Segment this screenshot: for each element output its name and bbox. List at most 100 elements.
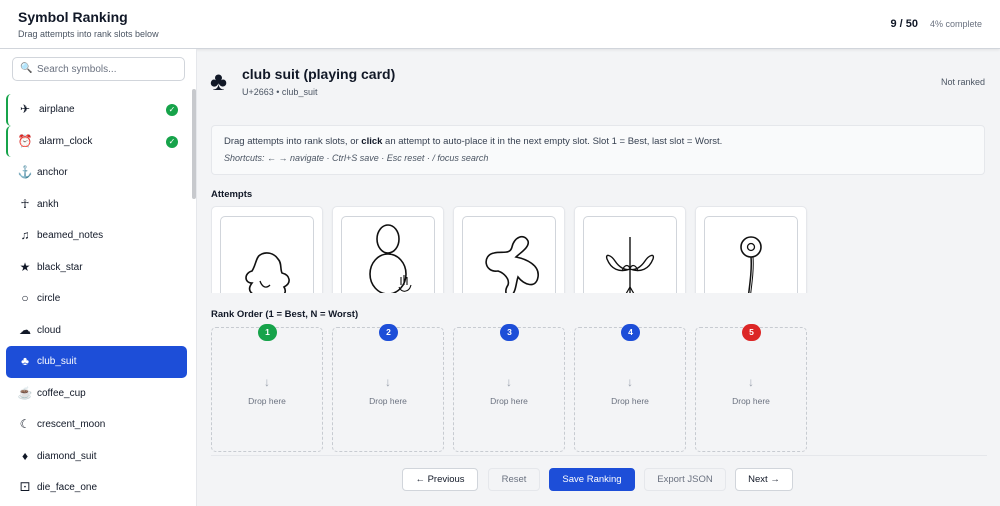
check-icon: ✓ bbox=[166, 104, 178, 116]
sidebar-item-black-star[interactable]: ★ black_star bbox=[6, 252, 187, 284]
main-panel: ♣ club suit (playing card) U+2663 • club… bbox=[198, 49, 1000, 506]
sidebar-item-label: circle bbox=[37, 293, 61, 304]
app-header: Symbol Ranking Drag attempts into rank s… bbox=[0, 0, 1000, 49]
progress-count: 9 / 50 bbox=[890, 18, 918, 30]
attempt-card-4[interactable] bbox=[574, 206, 686, 293]
progress-percent: 4% complete bbox=[929, 19, 982, 29]
rank-slot-5[interactable]: 5 ↓ Drop here bbox=[695, 324, 807, 452]
shortcuts-line: Shortcuts: ← → navigate · Ctrl+S save · … bbox=[224, 153, 489, 163]
previous-button[interactable]: ← Previous bbox=[402, 468, 478, 491]
sidebar-item-cloud[interactable]: ☁ cloud bbox=[6, 315, 187, 347]
attempt-drawing-4 bbox=[605, 237, 655, 293]
drop-here-label: Drop here bbox=[611, 396, 649, 406]
ankh-icon: ☥ bbox=[20, 196, 30, 211]
sidebar-item-label: alarm_clock bbox=[39, 135, 93, 147]
arrow-down-icon: ↓ bbox=[264, 375, 270, 389]
sidebar-item-club-suit[interactable]: ♣ club_suit bbox=[6, 346, 187, 378]
alarm-clock-icon: ⏰ bbox=[17, 133, 33, 148]
app-subtitle: Drag attempts into rank slots below bbox=[18, 29, 159, 39]
sidebar-item-label: beamed_notes bbox=[37, 230, 104, 241]
rank-number-badge: 1 bbox=[258, 324, 277, 341]
sidebar-scrollbar[interactable] bbox=[192, 89, 196, 199]
sidebar-item-label: club_suit bbox=[37, 356, 77, 367]
rank-slot-1[interactable]: 1 ↓ Drop here bbox=[211, 324, 323, 452]
sidebar-item-beamed-notes[interactable]: ♫ beamed_notes bbox=[6, 220, 187, 252]
rank-status: Not ranked bbox=[940, 77, 985, 87]
attempts-row bbox=[211, 206, 987, 293]
search-box[interactable]: 🔍 bbox=[12, 57, 185, 81]
sidebar-item-die-face-one[interactable]: ⚀ die_face_one bbox=[6, 472, 187, 504]
sidebar-item-label: ankh bbox=[37, 198, 59, 210]
attempt-card-1[interactable] bbox=[211, 206, 323, 293]
sidebar-item-crescent-moon[interactable]: ☾ crescent_moon bbox=[6, 409, 187, 441]
attempt-drawing-3 bbox=[485, 235, 539, 293]
rank-slot-2[interactable]: 2 ↓ Drop here bbox=[332, 324, 444, 452]
attempt-card-2[interactable] bbox=[332, 206, 444, 293]
crescent-moon-icon: ☾ bbox=[19, 417, 31, 431]
drop-here-label: Drop here bbox=[732, 396, 770, 406]
check-icon: ✓ bbox=[166, 135, 178, 148]
circle-icon: ○ bbox=[21, 291, 29, 305]
sidebar-item-diamond-suit[interactable]: ♦ diamond_suit bbox=[6, 441, 187, 473]
drop-here-label: Drop here bbox=[369, 396, 407, 406]
coffee-cup-icon: ☕ bbox=[17, 385, 33, 400]
sidebar: 🔍 ✈ airplane ✓ ⏰ alarm_clock ✓ ⚓ anchor ☥ ankh ♫ be… bbox=[0, 49, 197, 506]
die-face-one-icon: ⚀ bbox=[19, 480, 31, 494]
app-title: Symbol Ranking bbox=[18, 9, 128, 25]
search-icon: 🔍 bbox=[20, 63, 33, 74]
cloud-icon: ☁ bbox=[19, 322, 31, 337]
sidebar-item-label: die_face_one bbox=[37, 482, 98, 493]
sidebar-item-airplane[interactable]: ✈ airplane ✓ bbox=[6, 94, 187, 126]
rank-number-badge: 2 bbox=[379, 324, 398, 341]
instructions-line-1: Drag attempts into rank slots, or click … bbox=[224, 136, 723, 147]
sidebar-item-label: coffee_cup bbox=[37, 387, 86, 399]
club-suit-icon: ♣ bbox=[210, 66, 228, 96]
sidebar-item-label: crescent_moon bbox=[37, 419, 106, 430]
drop-here-label: Drop here bbox=[490, 396, 528, 406]
attempt-drawing-5 bbox=[740, 236, 762, 293]
sidebar-item-label: cloud bbox=[37, 324, 61, 336]
symbol-list: ✈ airplane ✓ ⏰ alarm_clock ✓ ⚓ anchor ☥ ankh ♫ beam… bbox=[0, 94, 192, 504]
symbol-code: U+2663 • club_suit bbox=[242, 87, 318, 97]
sidebar-item-alarm-clock[interactable]: ⏰ alarm_clock ✓ bbox=[6, 125, 187, 157]
arrow-down-icon: ↓ bbox=[385, 375, 391, 389]
arrow-down-icon: ↓ bbox=[506, 375, 512, 389]
arrow-down-icon: ↓ bbox=[748, 375, 754, 389]
sidebar-item-circle[interactable]: ○ circle bbox=[6, 283, 187, 315]
sidebar-item-label: black_star bbox=[37, 261, 83, 273]
export-json-button[interactable]: Export JSON bbox=[644, 468, 726, 491]
rank-number-badge: 4 bbox=[621, 324, 640, 341]
club-suit-icon: ♣ bbox=[21, 354, 29, 368]
reset-button[interactable]: Reset bbox=[488, 468, 540, 491]
drop-here-label: Drop here bbox=[248, 396, 286, 406]
sidebar-item-anchor[interactable]: ⚓ anchor bbox=[6, 157, 187, 189]
attempt-drawing-2 bbox=[369, 224, 412, 293]
attempt-drawing-1 bbox=[245, 252, 290, 293]
rank-number-badge: 3 bbox=[500, 324, 519, 341]
sidebar-item-ankh[interactable]: ☥ ankh bbox=[6, 189, 187, 221]
rank-order-heading: Rank Order (1 = Best, N = Worst) bbox=[211, 309, 359, 320]
sidebar-item-coffee-cup[interactable]: ☕ coffee_cup bbox=[6, 378, 187, 410]
attempt-card-3[interactable] bbox=[453, 206, 565, 293]
footer-divider bbox=[211, 455, 987, 456]
black-star-icon: ★ bbox=[19, 259, 31, 274]
sidebar-item-label: airplane bbox=[39, 104, 75, 115]
save-ranking-button[interactable]: Save Ranking bbox=[549, 468, 635, 491]
next-button[interactable]: Next → bbox=[735, 468, 793, 491]
symbol-name: club suit (playing card) bbox=[242, 66, 396, 82]
instructions-box: Drag attempts into rank slots, or click … bbox=[211, 125, 985, 175]
attempts-heading: Attempts bbox=[211, 189, 253, 200]
airplane-icon: ✈ bbox=[19, 102, 31, 116]
diamond-suit-icon: ♦ bbox=[21, 448, 29, 463]
rank-number-badge: 5 bbox=[742, 324, 761, 341]
sidebar-item-label: anchor bbox=[37, 167, 68, 178]
rank-slot-3[interactable]: 3 ↓ Drop here bbox=[453, 324, 565, 452]
rank-slot-4[interactable]: 4 ↓ Drop here bbox=[574, 324, 686, 452]
anchor-icon: ⚓ bbox=[17, 165, 33, 179]
attempt-card-5[interactable] bbox=[695, 206, 807, 293]
rank-slots: 1 ↓ Drop here 2 ↓ Drop here 3 ↓ Drop here 4 ↓ Drop … bbox=[211, 324, 987, 453]
sidebar-item-label: diamond_suit bbox=[37, 450, 97, 462]
search-input[interactable] bbox=[37, 61, 177, 77]
arrow-down-icon: ↓ bbox=[627, 375, 633, 389]
beamed-notes-icon: ♫ bbox=[20, 228, 30, 242]
